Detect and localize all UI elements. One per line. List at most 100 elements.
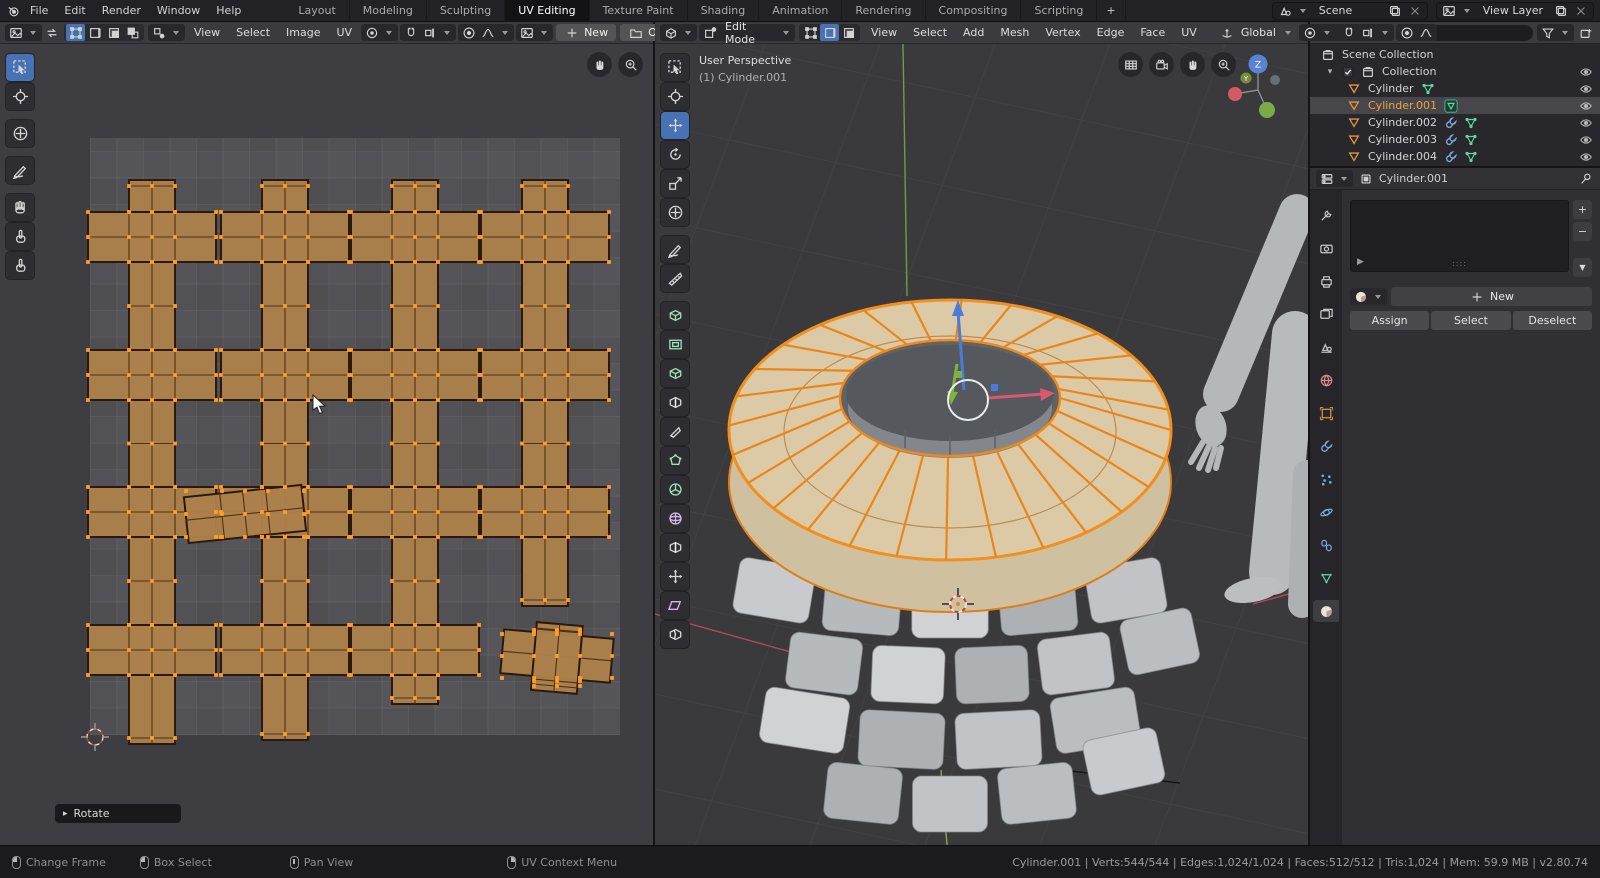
tab-object-data[interactable]	[1313, 567, 1339, 589]
vertex-mode-button[interactable]	[801, 24, 820, 41]
tool-annotate[interactable]	[661, 236, 689, 263]
tool-extrude-region[interactable]	[661, 302, 689, 329]
tool-smooth[interactable]	[661, 505, 689, 532]
tab-compositing[interactable]: Compositing	[926, 0, 1022, 22]
uv-menu-view[interactable]: View	[187, 24, 227, 41]
tool-transform[interactable]	[6, 120, 34, 147]
tool-shear[interactable]	[661, 592, 689, 619]
tab-view-layer[interactable]	[1313, 303, 1339, 325]
tool-select-box[interactable]	[6, 54, 34, 81]
tab-object[interactable]	[1313, 402, 1339, 424]
scene-selector[interactable]: Scene	[1271, 1, 1428, 20]
orientation-dropdown[interactable]: Global	[1216, 24, 1297, 41]
tab-constraints[interactable]	[1313, 534, 1339, 556]
zoom-view-button[interactable]	[618, 52, 643, 77]
tool-rotate[interactable]	[661, 141, 689, 168]
zoom-view-button[interactable]	[1211, 52, 1236, 77]
uv-snap-dropdown[interactable]	[400, 24, 457, 41]
uv-sync-selection-toggle[interactable]	[44, 25, 60, 41]
tab-output[interactable]	[1313, 270, 1339, 292]
hide-toggle-icon[interactable]	[1578, 115, 1594, 131]
tab-material[interactable]	[1313, 600, 1339, 622]
menu-file[interactable]: File	[22, 2, 56, 19]
edge-mode-button[interactable]	[820, 24, 839, 41]
tool-poly-build[interactable]	[661, 447, 689, 474]
tool-loop-cut[interactable]	[661, 389, 689, 416]
hide-toggle-icon[interactable]	[1578, 64, 1594, 80]
material-browse-dropdown[interactable]	[1350, 288, 1387, 305]
tab-physics[interactable]	[1313, 501, 1339, 523]
v3d-menu-view[interactable]: View	[864, 24, 904, 41]
outliner-row-object[interactable]: Cylinder.002	[1310, 114, 1600, 131]
remove-material-slot-button[interactable]: −	[1573, 222, 1592, 241]
uv-menu-select[interactable]: Select	[229, 24, 277, 41]
v3d-menu-edge[interactable]: Edge	[1090, 24, 1132, 41]
uv-menu-uv[interactable]: UV	[330, 24, 360, 41]
tool-cursor[interactable]	[661, 83, 689, 110]
tab-scripting[interactable]: Scripting	[1021, 0, 1098, 22]
pan-view-button[interactable]	[587, 52, 612, 77]
face-mode-button[interactable]	[839, 24, 858, 41]
uv-select-edge-button[interactable]	[85, 24, 104, 41]
tab-shading[interactable]: Shading	[688, 0, 760, 22]
viewport-editor-type-button[interactable]	[660, 24, 697, 41]
uv-editor-type-button[interactable]	[5, 24, 42, 41]
tool-knife[interactable]	[661, 418, 689, 445]
tool-relax[interactable]	[6, 223, 34, 250]
tool-cursor[interactable]	[6, 83, 34, 110]
expand-icon[interactable]: ▶	[1357, 257, 1364, 267]
v3d-menu-face[interactable]: Face	[1133, 24, 1172, 41]
pan-view-button[interactable]	[1180, 52, 1205, 77]
menu-render[interactable]: Render	[94, 2, 149, 19]
material-specials-button[interactable]: ▼	[1573, 258, 1592, 277]
tool-move[interactable]	[661, 112, 689, 139]
tab-texture-paint[interactable]: Texture Paint	[590, 0, 688, 22]
properties-editor-type-button[interactable]	[1316, 170, 1353, 187]
collection-checkbox[interactable]	[1340, 64, 1356, 80]
uv-proportional-dropdown[interactable]	[458, 24, 515, 41]
menu-window[interactable]: Window	[149, 2, 208, 19]
outliner-row-scene-collection[interactable]: Scene Collection	[1310, 46, 1600, 63]
uv-canvas[interactable]: ▸ Rotate	[0, 44, 653, 845]
tool-pinch[interactable]	[6, 252, 34, 279]
outliner-row-object-selected[interactable]: Cylinder.001	[1310, 97, 1600, 114]
outliner-row-collection[interactable]: ▾ Collection	[1310, 63, 1600, 80]
deselect-button[interactable]: Deselect	[1512, 311, 1592, 330]
tool-measure[interactable]	[661, 265, 689, 292]
image-new-button[interactable]: New	[556, 24, 617, 41]
uv-image-browse-dropdown[interactable]	[516, 24, 554, 41]
menu-help[interactable]: Help	[208, 2, 249, 19]
pin-icon[interactable]	[1578, 171, 1594, 187]
tab-uv-editing[interactable]: UV Editing	[505, 0, 590, 22]
viewport-canvas[interactable]: User Perspective (1) Cylinder.001 Z Y	[655, 44, 1308, 845]
outliner-row-object[interactable]: Cylinder.004	[1310, 148, 1600, 165]
v3d-menu-vertex[interactable]: Vertex	[1038, 24, 1087, 41]
outliner-row-object[interactable]: Cylinder.003	[1310, 131, 1600, 148]
uv-sticky-selection-dropdown[interactable]	[148, 24, 185, 41]
uv-select-vertex-button[interactable]	[66, 24, 85, 41]
tool-bevel[interactable]	[661, 360, 689, 387]
select-button[interactable]: Select	[1431, 311, 1511, 330]
perspective-toggle-button[interactable]	[1118, 52, 1143, 77]
tool-grab[interactable]	[6, 194, 34, 221]
v3d-menu-mesh[interactable]: Mesh	[993, 24, 1036, 41]
material-slot-list[interactable]: ▶ ::::	[1350, 200, 1569, 272]
menu-edit[interactable]: Edit	[56, 2, 93, 19]
v3d-proportional-dropdown[interactable]	[1395, 24, 1437, 41]
tab-particles[interactable]	[1313, 468, 1339, 490]
close-icon[interactable]	[1573, 3, 1589, 19]
tab-world[interactable]	[1313, 369, 1339, 391]
tool-rip-region[interactable]	[661, 621, 689, 648]
camera-view-button[interactable]	[1149, 52, 1174, 77]
tab-animation[interactable]: Animation	[759, 0, 843, 22]
tab-scene[interactable]	[1313, 336, 1339, 358]
uv-select-island-button[interactable]	[123, 24, 142, 41]
tool-shrink-fatten[interactable]	[661, 563, 689, 590]
hide-toggle-icon[interactable]	[1578, 132, 1594, 148]
view-layer-selector[interactable]: View Layer	[1435, 1, 1594, 20]
v3d-menu-uv[interactable]: UV	[1174, 24, 1204, 41]
tab-sculpting[interactable]: Sculpting	[427, 0, 506, 22]
tab-modeling[interactable]: Modeling	[350, 0, 427, 22]
operator-panel[interactable]: ▸ Rotate	[55, 804, 181, 823]
tab-render[interactable]	[1313, 237, 1339, 259]
